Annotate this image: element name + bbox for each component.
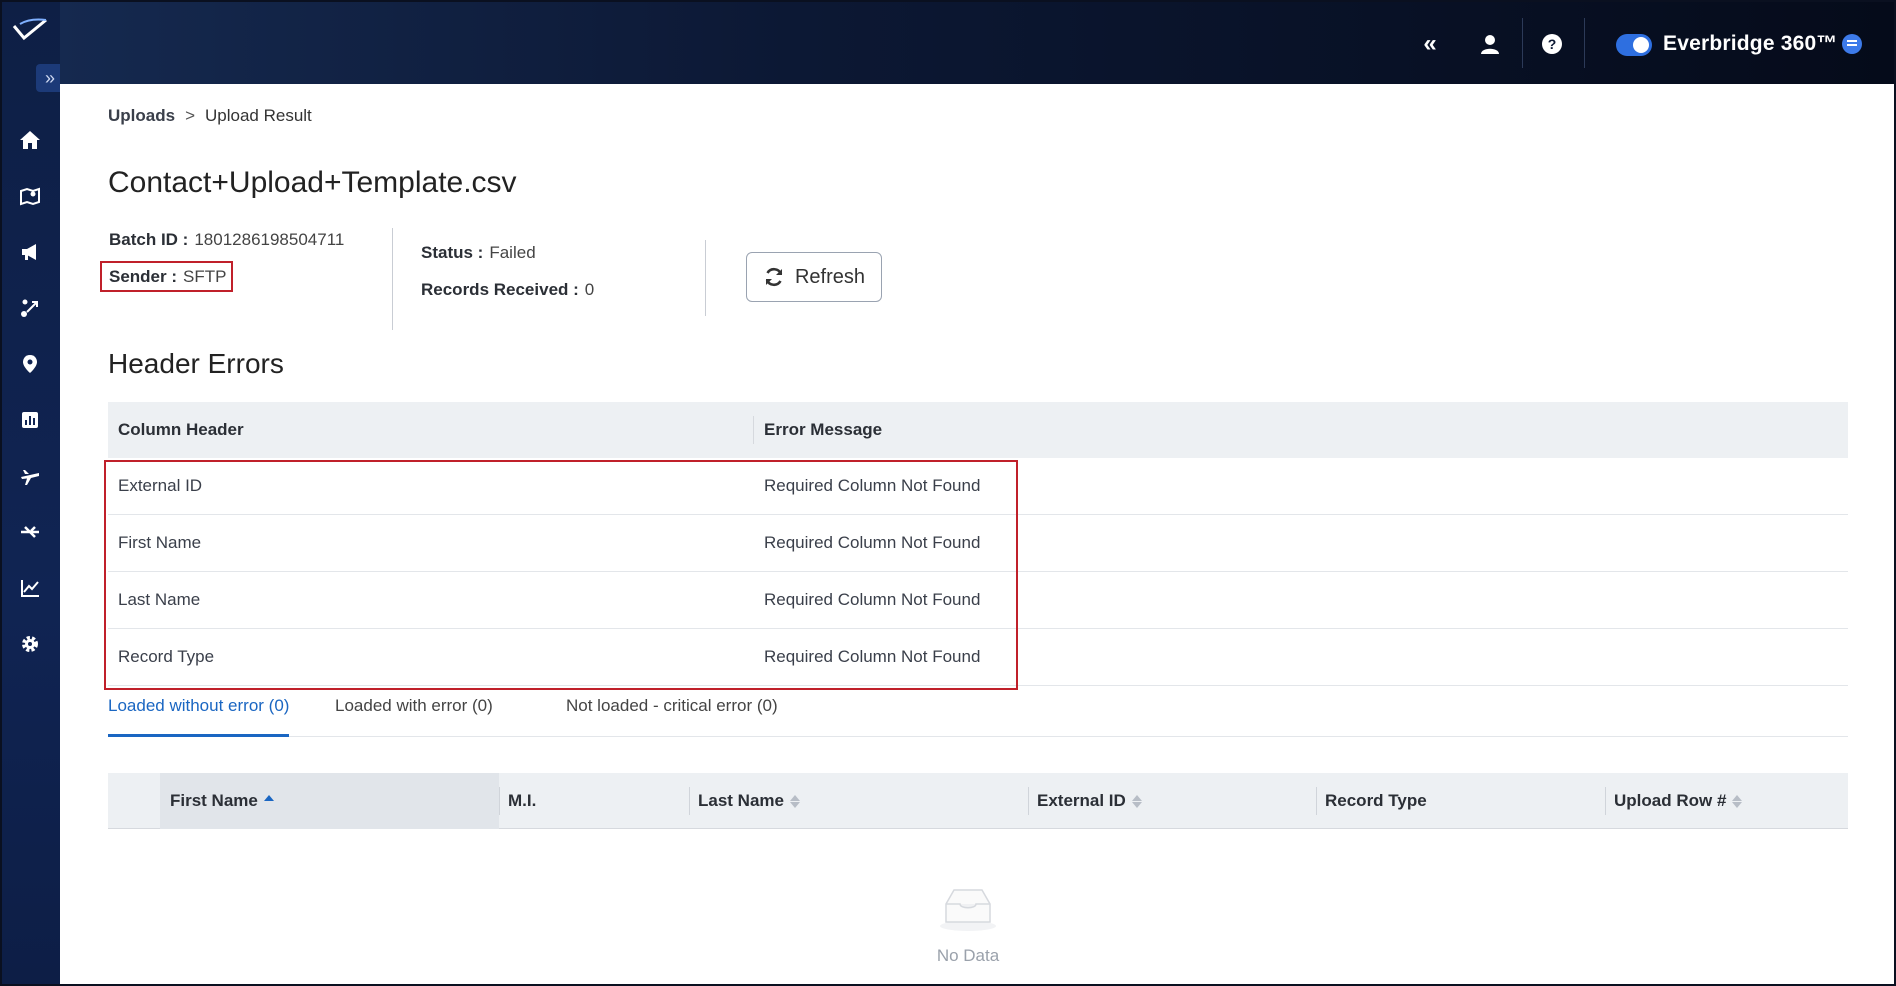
tab-not-loaded-critical-error[interactable]: Not loaded - critical error (0) bbox=[566, 692, 778, 737]
sender-highlight-box bbox=[100, 261, 233, 292]
result-tabs: Loaded without error (0) Loaded with err… bbox=[108, 692, 1848, 737]
batch-id-value: 1801286198504711 bbox=[194, 230, 345, 249]
column-mi-label: M.I. bbox=[508, 791, 537, 810]
column-external-id[interactable]: External ID bbox=[1037, 773, 1142, 829]
user-icon[interactable] bbox=[1476, 30, 1504, 58]
column-divider bbox=[1316, 787, 1317, 815]
integration-icon[interactable] bbox=[18, 520, 42, 544]
meta-divider bbox=[392, 228, 393, 330]
refresh-button[interactable]: Refresh bbox=[746, 252, 882, 302]
sort-icon[interactable] bbox=[789, 794, 800, 808]
column-last-name[interactable]: Last Name bbox=[698, 773, 800, 829]
page-title: Contact+Upload+Template.csv bbox=[108, 166, 517, 199]
topbar-divider bbox=[1522, 18, 1523, 68]
column-record-type: Record Type bbox=[1325, 773, 1427, 829]
column-divider bbox=[1605, 787, 1606, 815]
home-icon[interactable] bbox=[18, 128, 42, 152]
refresh-button-label: Refresh bbox=[794, 265, 866, 288]
help-icon[interactable]: ? bbox=[1538, 30, 1566, 58]
status-field: Status : Failed bbox=[421, 243, 536, 263]
chat-icon[interactable] bbox=[1842, 34, 1862, 54]
column-header-title: Column Header bbox=[108, 416, 754, 444]
left-sidebar: » bbox=[2, 2, 64, 984]
top-navigation-bar: « ? Everbridge 360™ bbox=[60, 2, 1894, 84]
status-value: Failed bbox=[489, 243, 536, 262]
collapse-icon[interactable]: « bbox=[1416, 30, 1444, 58]
report-icon[interactable] bbox=[18, 408, 42, 432]
svg-text:?: ? bbox=[1548, 36, 1557, 52]
error-message-title: Error Message bbox=[764, 420, 883, 439]
table-header-row: Column Header Error Message bbox=[108, 402, 1848, 458]
everbridge-logo-icon[interactable] bbox=[12, 16, 50, 44]
brand-name: Everbridge 360™ bbox=[1663, 32, 1838, 55]
records-received-label: Records Received : bbox=[421, 280, 579, 299]
batch-id-label: Batch ID : bbox=[109, 230, 189, 249]
main-content: Uploads > Upload Result Contact+Upload+Tem… bbox=[60, 84, 1894, 984]
empty-inbox-icon bbox=[940, 889, 996, 931]
column-divider bbox=[689, 787, 690, 815]
column-upload-row-label: Upload Row # bbox=[1614, 791, 1727, 810]
column-upload-row[interactable]: Upload Row # bbox=[1614, 773, 1743, 829]
records-received-value: 0 bbox=[584, 280, 595, 299]
batch-id-field: Batch ID : 1801286198504711 bbox=[109, 230, 344, 250]
column-divider bbox=[1028, 787, 1029, 815]
tab-loaded-with-error[interactable]: Loaded with error (0) bbox=[335, 692, 493, 737]
records-received-field: Records Received : 0 bbox=[421, 280, 594, 300]
header-errors-title: Header Errors bbox=[108, 348, 284, 379]
errors-highlight-box bbox=[104, 460, 1018, 690]
map-icon[interactable] bbox=[18, 184, 42, 208]
refresh-icon bbox=[765, 267, 783, 287]
column-first-name-label: First Name bbox=[170, 791, 258, 810]
sort-icon[interactable] bbox=[1732, 794, 1743, 808]
topbar-divider bbox=[1584, 18, 1585, 68]
settings-icon[interactable] bbox=[18, 632, 42, 656]
travel-icon[interactable] bbox=[18, 464, 42, 488]
contacts-table-header: First Name M.I. Last Name External ID Re… bbox=[108, 773, 1848, 829]
sort-icon[interactable] bbox=[1131, 794, 1142, 808]
workflow-icon[interactable] bbox=[18, 296, 42, 320]
no-data-text: No Data bbox=[936, 946, 1000, 965]
breadcrumb: Uploads > Upload Result bbox=[108, 106, 312, 126]
column-first-name[interactable]: First Name bbox=[170, 773, 274, 829]
breadcrumb-current: Upload Result bbox=[205, 106, 312, 125]
sort-ascending-icon[interactable] bbox=[263, 794, 274, 808]
location-icon[interactable] bbox=[18, 352, 42, 376]
analytics-icon[interactable] bbox=[18, 576, 42, 600]
tab-loaded-without-error[interactable]: Loaded without error (0) bbox=[108, 692, 290, 737]
status-label: Status : bbox=[421, 243, 484, 262]
megaphone-icon[interactable] bbox=[18, 240, 42, 264]
column-record-type-label: Record Type bbox=[1325, 791, 1427, 810]
column-last-name-label: Last Name bbox=[698, 791, 784, 810]
column-external-id-label: External ID bbox=[1037, 791, 1126, 810]
toggle-switch[interactable] bbox=[1616, 34, 1652, 56]
meta-divider bbox=[705, 240, 706, 316]
breadcrumb-uploads-link[interactable]: Uploads bbox=[108, 106, 175, 125]
column-mi: M.I. bbox=[508, 773, 536, 829]
breadcrumb-separator: > bbox=[185, 106, 195, 125]
column-divider bbox=[499, 787, 500, 815]
